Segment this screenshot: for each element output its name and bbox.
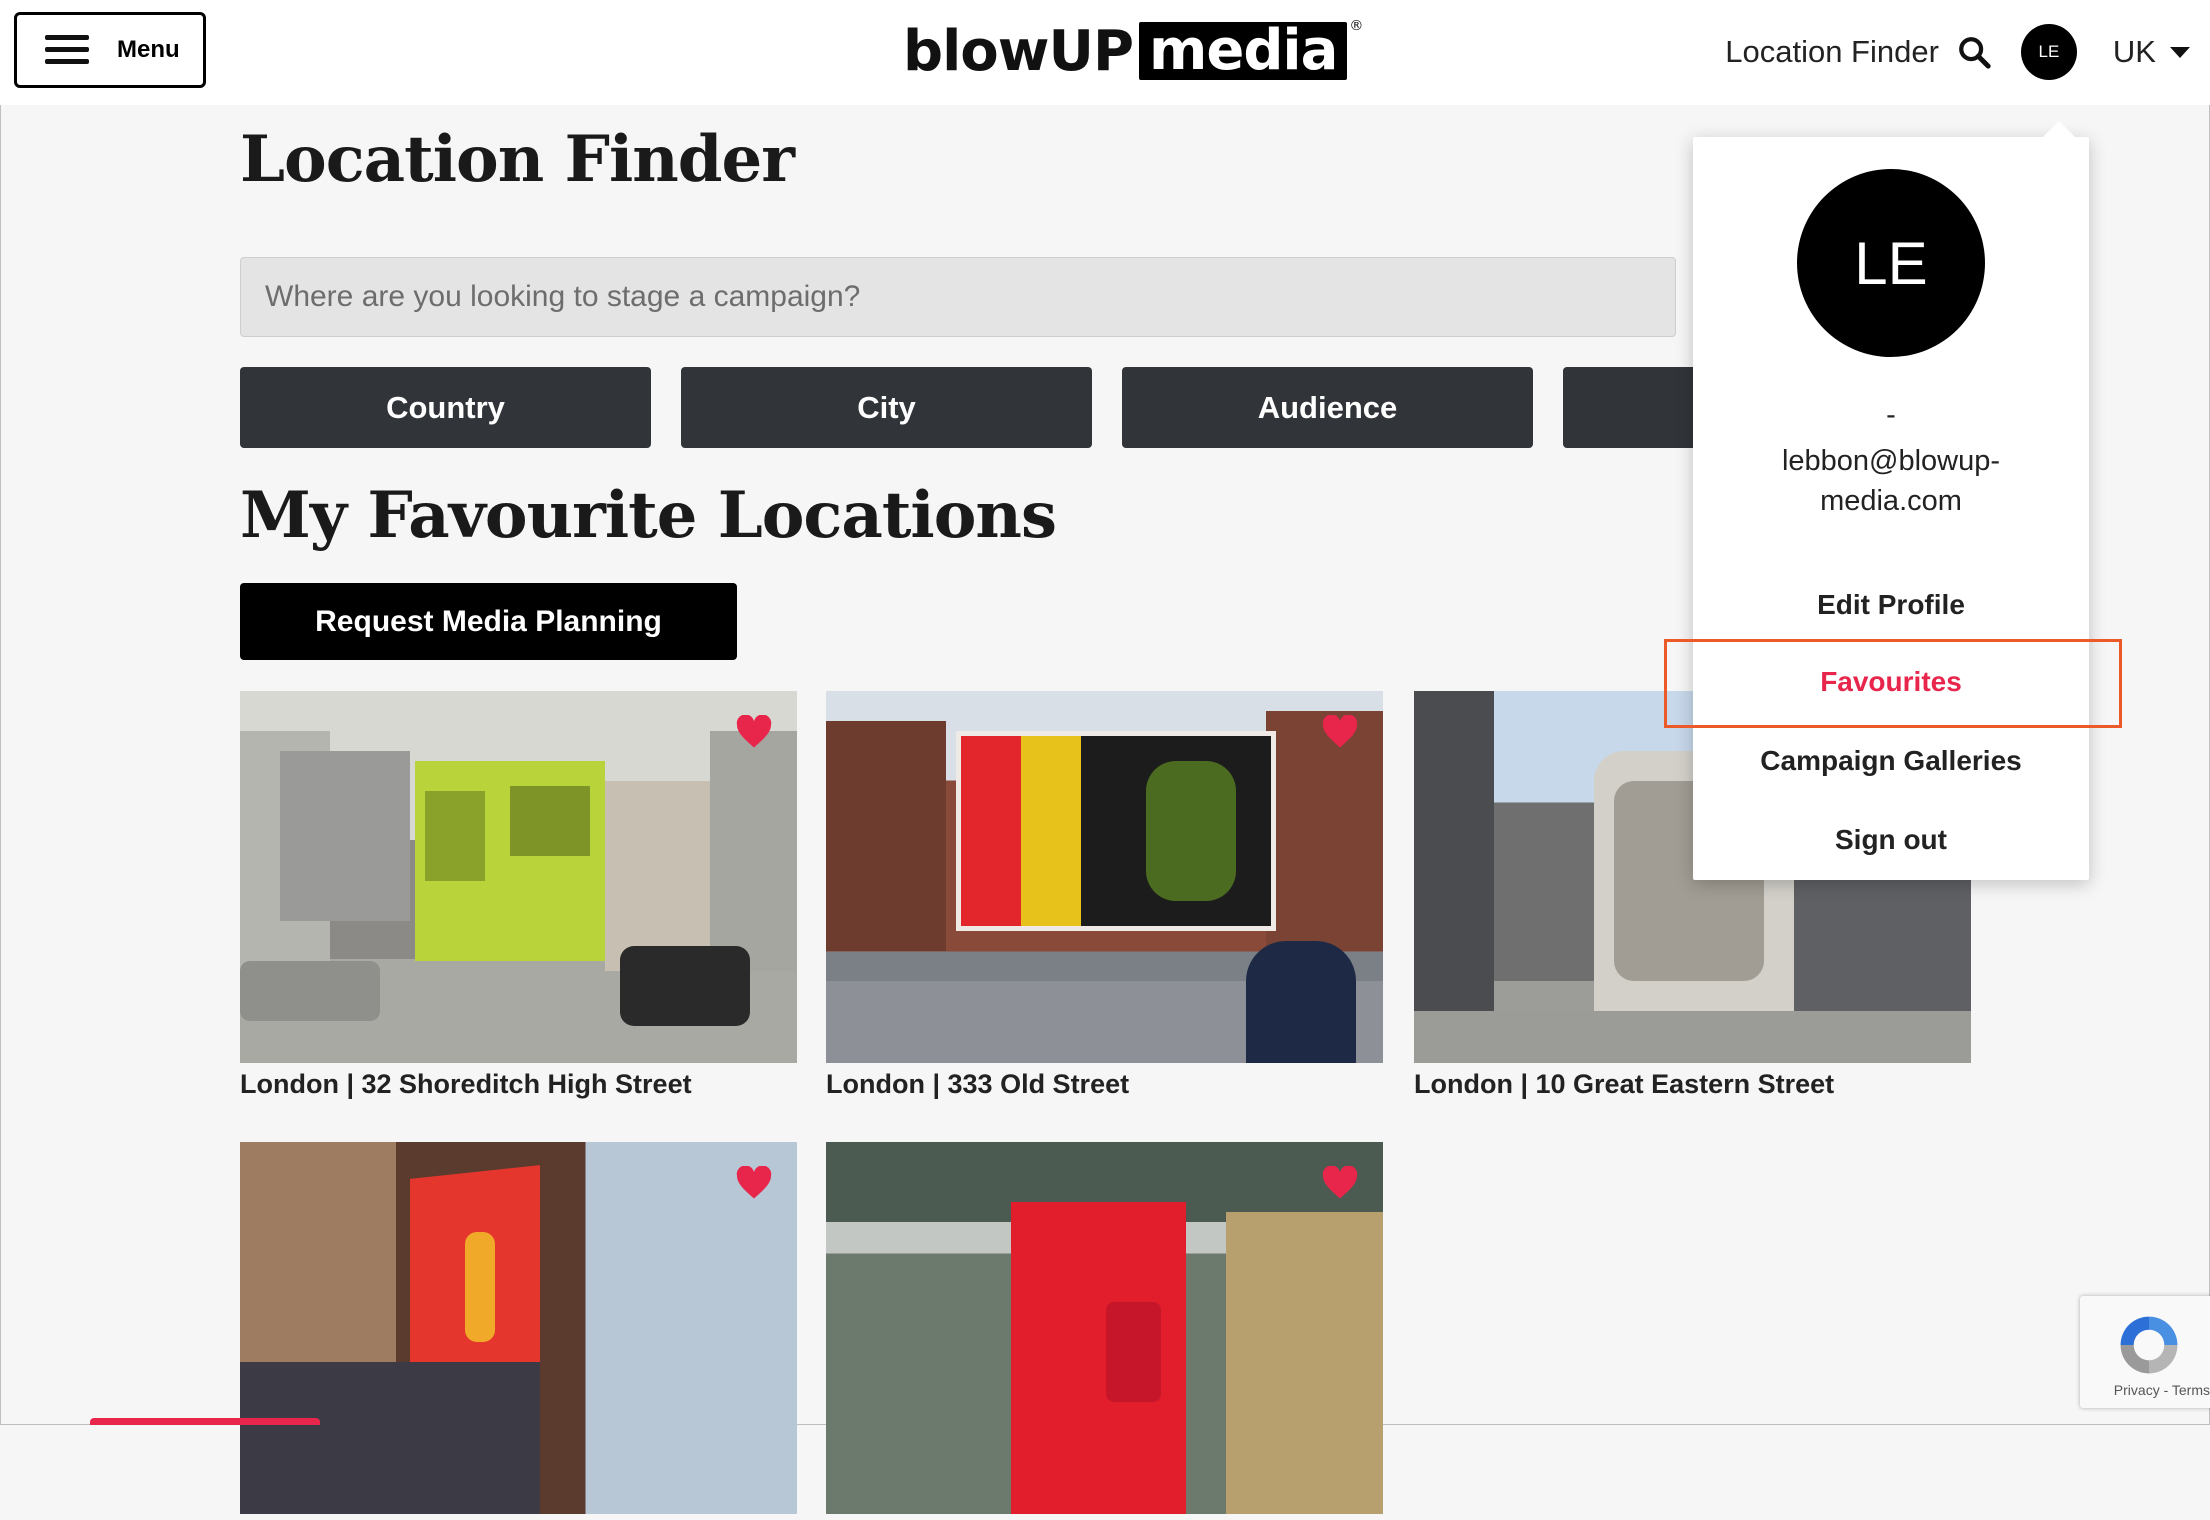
logo-text-left: blowUP — [903, 18, 1134, 84]
location-caption[interactable]: London | 32 Shoreditch High Street — [240, 1069, 797, 1100]
location-card[interactable]: London | 32 Shoreditch High Street — [240, 691, 797, 1100]
bottom-accent-bar — [90, 1418, 320, 1425]
campaign-galleries-link[interactable]: Campaign Galleries — [1693, 745, 2089, 777]
city-filter-button[interactable]: City — [681, 367, 1092, 448]
search-icon[interactable] — [1957, 35, 1991, 69]
top-header: Menu blowUP media ® Location Finder LE U… — [0, 0, 2210, 105]
user-avatar[interactable]: LE — [2020, 24, 2077, 80]
recaptcha-text[interactable]: Privacy - Terms — [2080, 1382, 2210, 1398]
recaptcha-badge[interactable]: Privacy - Terms — [2080, 1296, 2210, 1408]
audience-filter-button[interactable]: Audience — [1122, 367, 1533, 448]
location-image[interactable] — [240, 1142, 797, 1514]
profile-avatar: LE — [1797, 169, 1985, 357]
country-filter-button[interactable]: Country — [240, 367, 651, 448]
location-caption[interactable]: London | 10 Great Eastern Street — [1414, 1069, 1971, 1100]
header-nav: Location Finder LE UK — [1725, 22, 2190, 82]
hamburger-icon — [45, 35, 89, 65]
favourite-heart-icon[interactable] — [735, 1166, 773, 1200]
menu-button[interactable]: Menu — [14, 12, 206, 88]
location-caption[interactable]: London | 333 Old Street — [826, 1069, 1383, 1100]
location-image[interactable] — [826, 1142, 1383, 1514]
location-finder-link[interactable]: Location Finder — [1725, 34, 1939, 70]
campaign-search-input[interactable] — [240, 257, 1676, 337]
page-title: Location Finder — [240, 122, 795, 197]
menu-label: Menu — [117, 36, 180, 63]
favourite-heart-icon[interactable] — [1321, 1166, 1359, 1200]
location-card[interactable]: London | 333 Old Street — [826, 691, 1383, 1100]
request-media-planning-button[interactable]: Request Media Planning — [240, 583, 737, 660]
recaptcha-icon — [2120, 1316, 2178, 1374]
chevron-down-icon — [2170, 46, 2190, 58]
location-image[interactable] — [826, 691, 1383, 1063]
brand-logo[interactable]: blowUP media ® — [903, 18, 1363, 84]
edit-profile-link[interactable]: Edit Profile — [1693, 589, 2089, 621]
location-image[interactable] — [240, 691, 797, 1063]
favourites-title: My Favourite Locations — [240, 478, 1057, 553]
location-card[interactable] — [240, 1142, 797, 1520]
location-card[interactable] — [826, 1142, 1383, 1520]
region-selector[interactable]: UK — [2113, 34, 2190, 70]
profile-name: - — [1886, 399, 1896, 431]
registered-mark: ® — [1349, 18, 1363, 34]
favourite-heart-icon[interactable] — [1321, 715, 1359, 749]
favourite-heart-icon[interactable] — [735, 715, 773, 749]
sign-out-link[interactable]: Sign out — [1693, 824, 2089, 856]
profile-dropdown: LE - lebbon@blowup-media.com Edit Profil… — [1693, 121, 2089, 880]
region-label: UK — [2112, 34, 2156, 69]
favourites-highlight-box — [1664, 639, 2122, 728]
logo-text-right: media — [1139, 22, 1348, 80]
profile-email: lebbon@blowup-media.com — [1781, 445, 2001, 517]
